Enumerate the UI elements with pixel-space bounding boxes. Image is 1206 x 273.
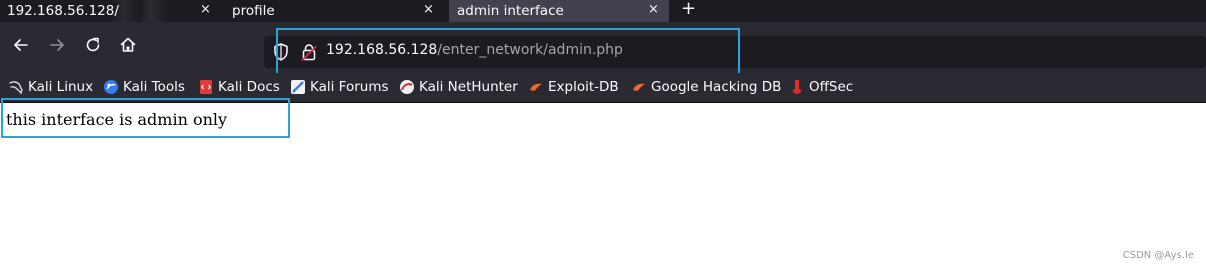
kali-dragon-icon [9,81,23,95]
tab-profile[interactable]: profile × [222,0,443,22]
kali-forums-icon [291,80,305,94]
close-tab-icon[interactable]: × [648,2,659,17]
bookmark-google-hacking-db[interactable]: Google Hacking DB [631,78,781,96]
tab-label: 192.168.56.128/ [7,3,119,19]
bookmark-kali-tools[interactable]: Kali Tools [103,78,185,96]
bookmark-kali-docs[interactable]: Kali Docs [198,78,280,96]
bookmark-kali-linux[interactable]: Kali Linux [8,78,93,96]
tab-label: admin interface [457,3,564,19]
home-button[interactable] [118,35,138,55]
forward-button[interactable] [47,35,67,55]
bookmark-label: Exploit-DB [548,79,619,95]
bookmark-label: Kali Docs [218,79,280,95]
bookmark-kali-nethunter[interactable]: Kali NetHunter [399,78,518,96]
bookmark-label: Kali Linux [28,79,94,95]
close-tab-icon[interactable]: × [200,2,211,17]
reload-icon [86,37,100,52]
watermark: CSDN @Ays.Ie [1122,250,1194,261]
arrow-right-icon [50,39,64,51]
bookmark-label: Kali Tools [123,79,185,95]
reload-button[interactable] [83,35,103,55]
tab-strip: 192.168.56.128/ × profile × admin interf… [0,0,1206,22]
close-tab-icon[interactable]: × [423,2,434,17]
bookmark-exploit-db[interactable]: Exploit-DB [528,78,619,96]
bookmark-kali-forums[interactable]: Kali Forums [290,78,389,96]
kali-docs-icon [200,80,212,94]
nethunter-icon [400,80,414,94]
arrow-left-icon [14,39,28,51]
bookmark-label: Kali NetHunter [419,79,518,95]
tab-label: profile [232,3,275,19]
kali-tools-icon [104,80,118,94]
ghdb-icon [633,83,645,91]
exploit-db-icon [530,83,542,91]
bookmark-label: Google Hacking DB [651,79,782,95]
bookmark-label: OffSec [809,79,854,95]
annotation-highlight-content [1,98,290,138]
new-tab-button[interactable]: + [681,0,696,19]
annotation-highlight-url [276,28,740,78]
tab-192-168-56-128[interactable]: 192.168.56.128/ × [0,0,220,22]
bookmark-offsec[interactable]: OffSec [789,78,853,96]
back-button[interactable] [11,35,31,55]
offsec-icon [793,80,801,94]
home-icon [120,37,136,52]
tab-admin-interface[interactable]: admin interface × [449,0,669,22]
bookmark-label: Kali Forums [310,79,389,95]
